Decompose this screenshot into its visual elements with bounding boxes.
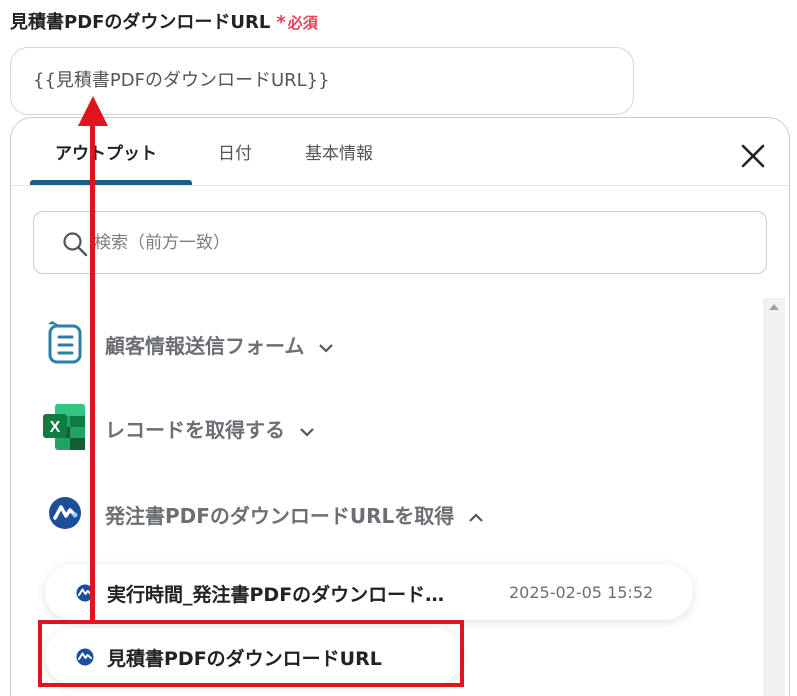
app-logo-icon [49, 497, 81, 529]
chevron-down-icon [319, 343, 334, 353]
highlight-box [38, 620, 464, 687]
chevron-down-icon [300, 427, 314, 437]
item-timestamp: 2025-02-05 15:52 [509, 583, 654, 602]
required-label: 必須 [287, 14, 318, 32]
tab-basic-info[interactable]: 基本情報 [305, 118, 373, 186]
field-label: 見積書PDFのダウンロードURL * 必須 [10, 8, 318, 34]
scroll-up-arrow[interactable] [769, 304, 779, 310]
tab-output[interactable]: アウトプット [55, 118, 157, 186]
tab-date[interactable]: 日付 [218, 118, 252, 186]
chevron-up-icon [469, 512, 484, 522]
output-item-exec-time[interactable]: 実行時間_発注書PDFのダウンロード… 2025-02-05 15:52 [45, 564, 693, 620]
svg-text:X: X [50, 419, 61, 436]
group-get-record[interactable]: X レコードを取得する [33, 402, 373, 458]
group-label: 顧客情報送信フォーム [105, 330, 334, 359]
form-icon [48, 321, 82, 364]
group-customer-form[interactable]: 顧客情報送信フォーム [33, 318, 393, 374]
active-tab-indicator [30, 180, 192, 185]
close-icon[interactable] [737, 140, 769, 172]
scrollbar[interactable] [763, 298, 785, 696]
required-star: * [276, 12, 286, 33]
search-icon [63, 232, 88, 257]
group-po-pdf-url[interactable]: 発注書PDFのダウンロードURLを取得 [33, 488, 533, 544]
tab-bar: アウトプット 日付 基本情報 [11, 118, 789, 186]
group-label: 発注書PDFのダウンロードURLを取得 [105, 500, 484, 529]
arrow-head-icon [78, 96, 108, 126]
search-input[interactable] [94, 212, 754, 273]
search-box [33, 211, 767, 274]
output-picker-panel: アウトプット 日付 基本情報 顧客情報送信フォーム [10, 117, 790, 696]
excel-icon: X [43, 404, 85, 450]
item-label: 実行時間_発注書PDFのダウンロード… [107, 584, 445, 606]
annotation-arrow [90, 120, 95, 620]
group-label: レコードを取得する [105, 414, 315, 443]
field-label-text: 見積書PDFのダウンロードURL [10, 12, 271, 33]
